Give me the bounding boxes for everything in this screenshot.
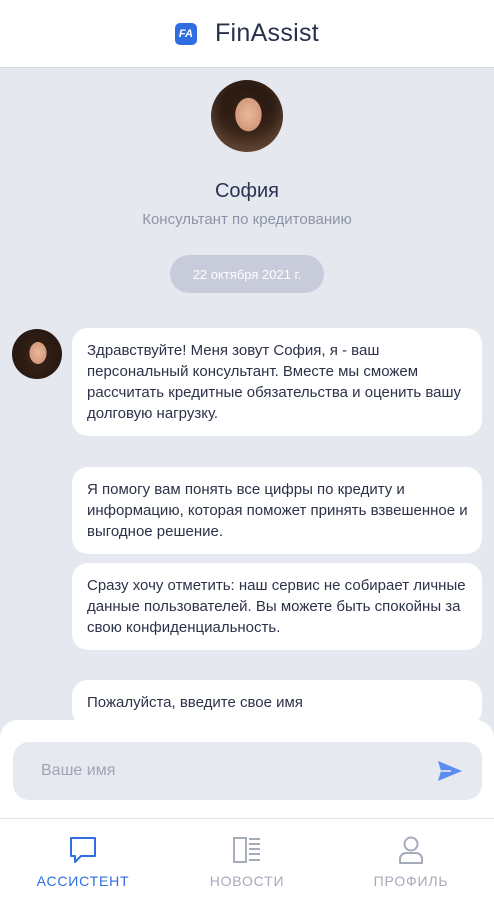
date-separator: 22 октября 2021 г. — [170, 255, 324, 293]
app-title: FinAssist — [214, 19, 320, 47]
message-bubble: Здравствуйте! Меня зовут София, я - ваш … — [72, 328, 482, 436]
agent-avatar — [211, 80, 283, 152]
tab-profile[interactable]: ПРОФИЛЬ — [331, 819, 491, 900]
chat-bubble-icon — [70, 837, 96, 863]
send-button[interactable] — [436, 759, 464, 783]
user-icon — [399, 836, 423, 864]
tab-assistant[interactable]: АССИСТЕНТ — [3, 819, 163, 900]
tab-news[interactable]: НОВОСТИ — [167, 819, 327, 900]
name-input[interactable] — [41, 742, 421, 800]
app-logo: FA — [174, 23, 197, 45]
message-composer — [0, 720, 494, 818]
message-bubble: Сразу хочу отметить: наш сервис не собир… — [72, 563, 482, 650]
news-icon — [233, 837, 260, 863]
chat-area[interactable]: София Консультант по кредитованию 22 окт… — [0, 68, 494, 720]
message-avatar — [12, 329, 62, 379]
app-header: FA FinAssist — [0, 0, 494, 68]
tab-profile-label: ПРОФИЛЬ — [373, 873, 449, 889]
message-bubble: Я помогу вам понять все цифры по кредиту… — [72, 467, 482, 554]
agent-profile: София Консультант по кредитованию — [0, 80, 494, 228]
name-input-container — [13, 742, 482, 800]
agent-role: Консультант по кредитованию — [142, 211, 352, 228]
tab-news-label: НОВОСТИ — [209, 873, 285, 889]
tab-assistant-label: АССИСТЕНТ — [36, 873, 130, 889]
send-icon — [438, 761, 462, 781]
message-bubble: Пожалуйста, введите свое имя — [72, 680, 482, 720]
bottom-tab-bar: АССИСТЕНТ НОВОСТИ ПРОФИЛЬ — [0, 818, 494, 900]
agent-name: София — [214, 180, 280, 202]
